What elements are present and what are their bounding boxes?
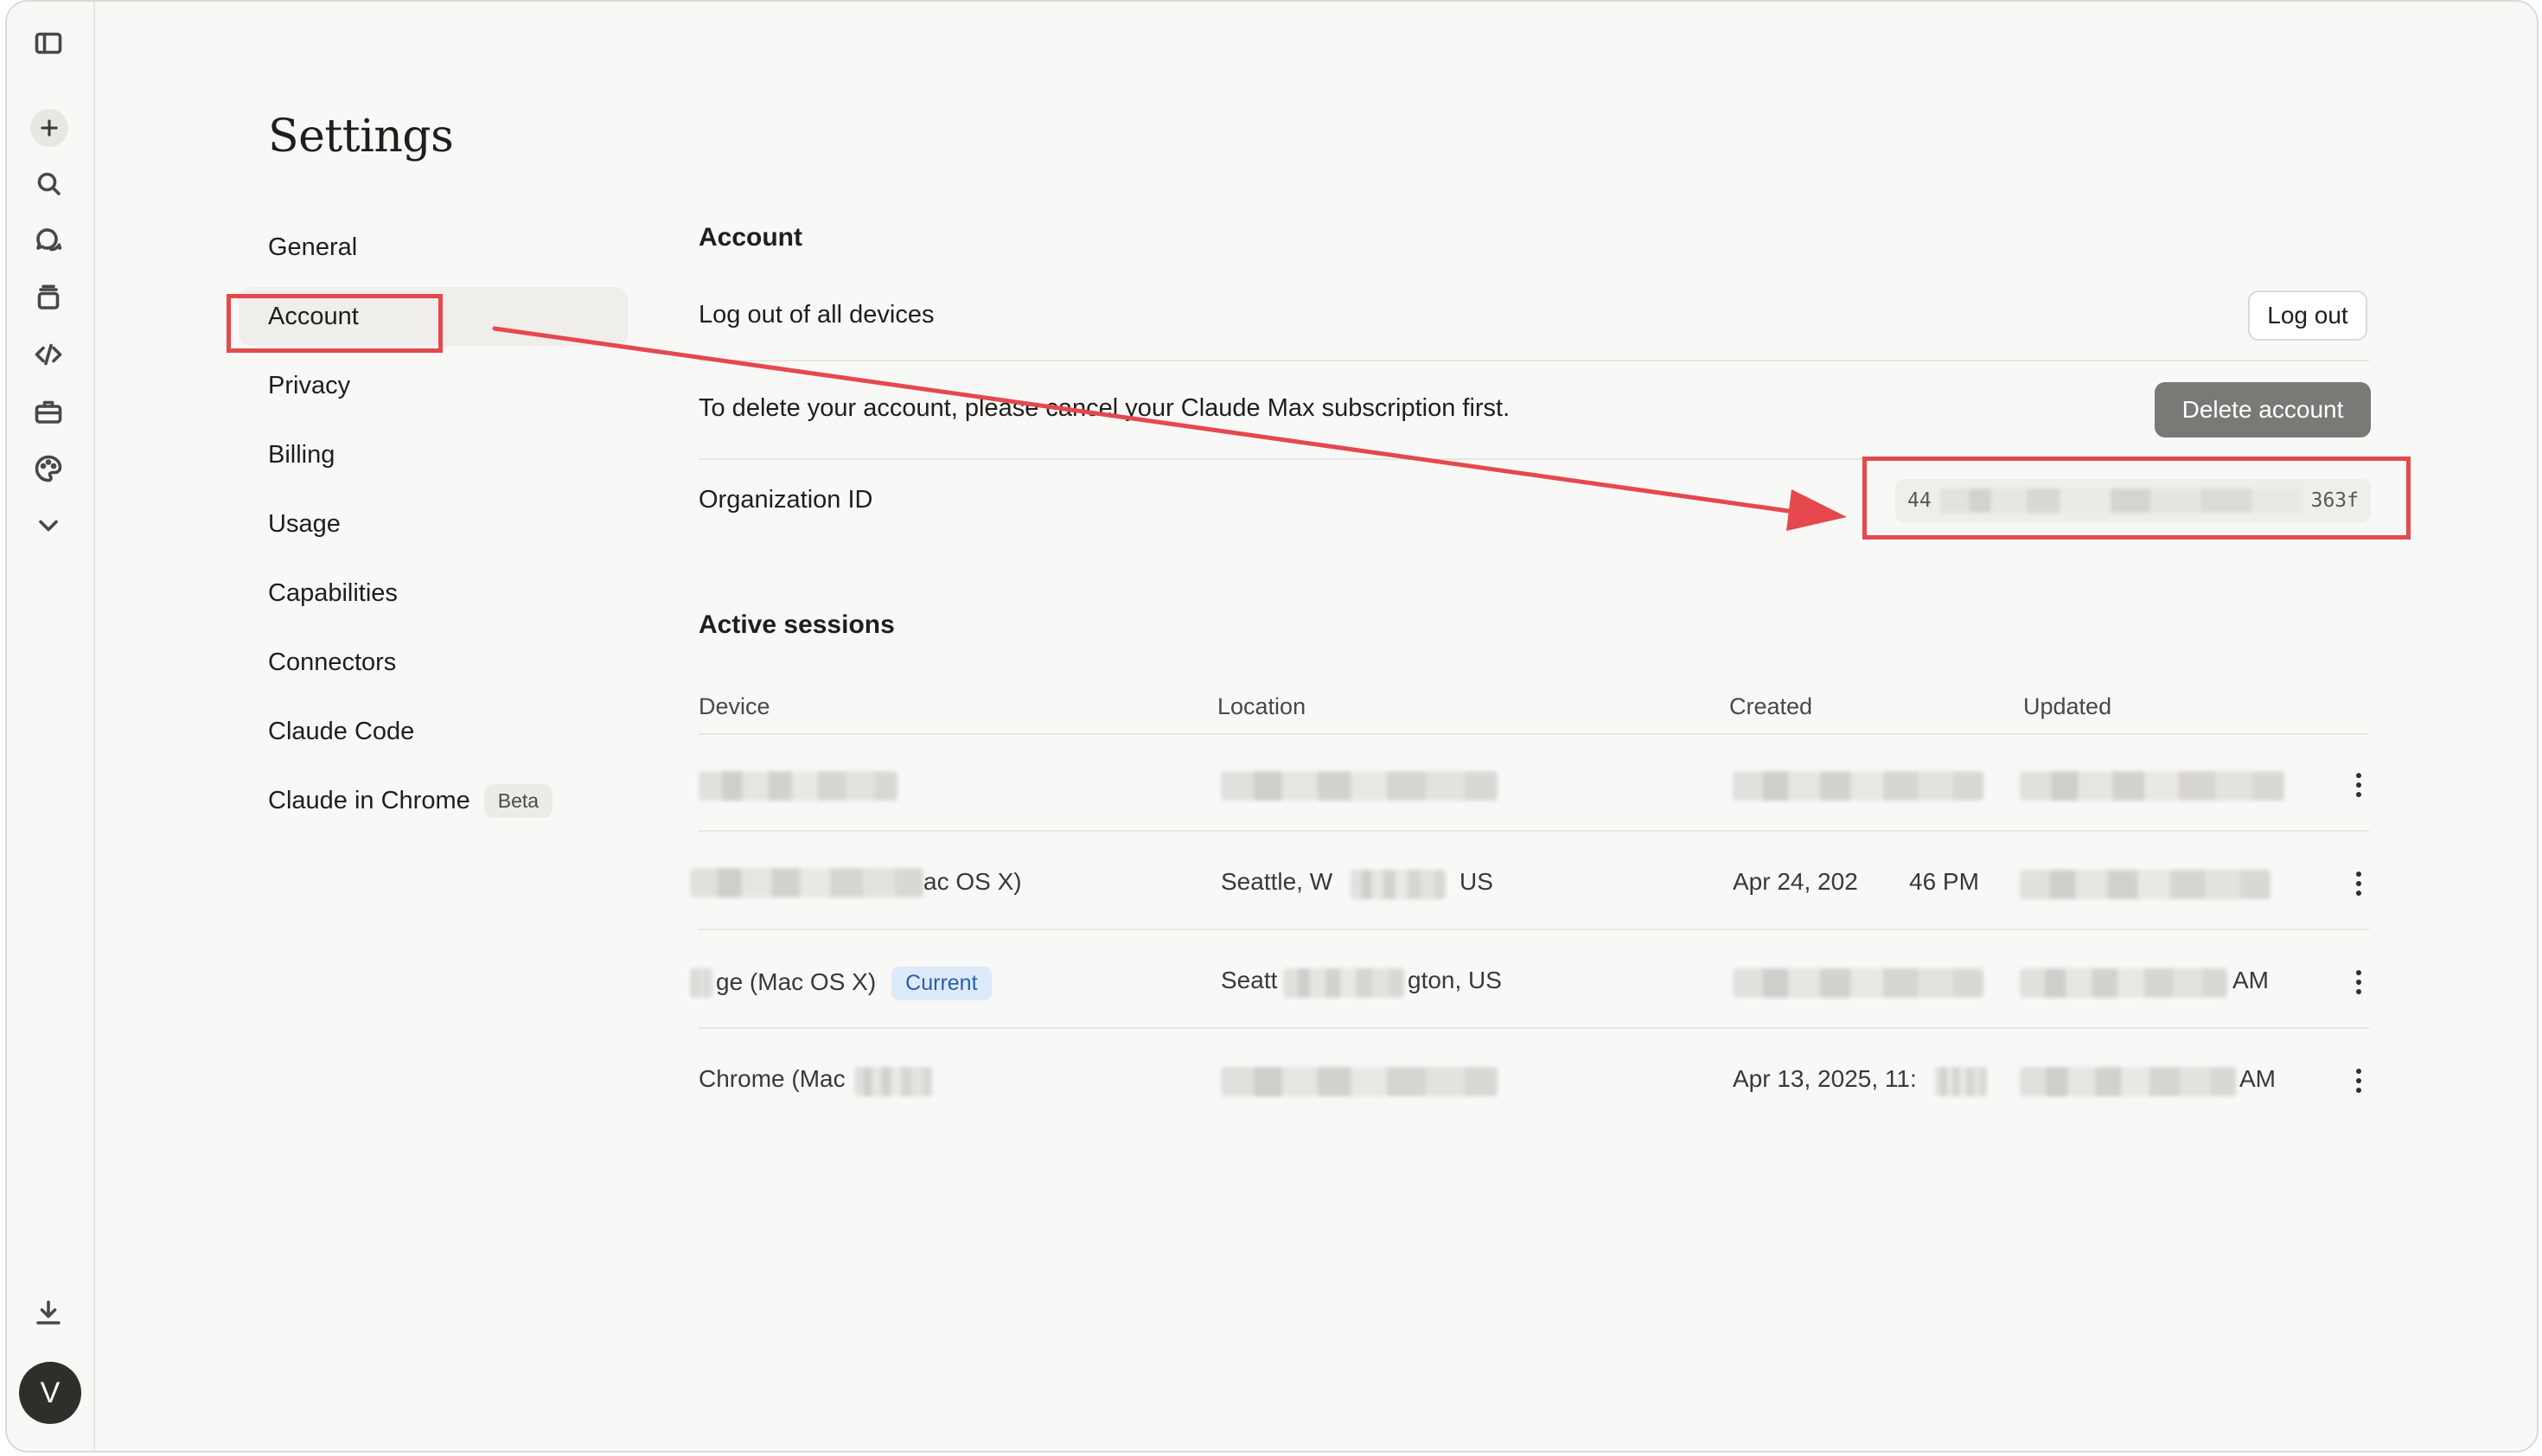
org-id-label: Organization ID	[699, 486, 873, 514]
current-badge: Current	[891, 967, 992, 1000]
redacted-location	[1221, 771, 1498, 801]
nav-label: Claude Code	[268, 717, 415, 745]
logout-all-label: Log out of all devices	[699, 301, 935, 329]
session-menu-button[interactable]	[2341, 1063, 2376, 1098]
divider	[699, 929, 2369, 930]
download-icon[interactable]	[31, 1295, 66, 1330]
redacted-device	[690, 968, 712, 998]
kebab-icon	[2356, 773, 2361, 797]
redacted-location	[1221, 1067, 1498, 1096]
kebab-icon	[2356, 872, 2361, 896]
nav-item-billing[interactable]: Billing	[239, 425, 628, 484]
redacted-updated	[2020, 870, 2271, 899]
avatar[interactable]: V	[19, 1362, 81, 1424]
nav-label: Billing	[268, 440, 335, 469]
chevron-down-icon[interactable]	[31, 508, 66, 543]
page-title: Settings	[268, 111, 454, 163]
nav-label: Connectors	[268, 648, 397, 676]
annotation-box-account	[227, 294, 443, 353]
divider	[699, 360, 2369, 361]
nav-item-general[interactable]: General	[239, 218, 628, 277]
account-heading: Account	[699, 223, 802, 252]
new-chat-button[interactable]	[30, 109, 68, 147]
redacted-updated	[2020, 968, 2227, 998]
redacted-created	[1733, 771, 1983, 801]
logout-button[interactable]: Log out	[2248, 291, 2367, 341]
kebab-icon	[2356, 970, 2361, 994]
column-updated: Updated	[2023, 693, 2112, 719]
session-device: Chrome (Mac	[699, 1065, 846, 1092]
session-menu-button[interactable]	[2341, 965, 2376, 999]
nav-item-usage[interactable]: Usage	[239, 495, 628, 553]
redacted-created	[1733, 968, 1983, 998]
palette-icon[interactable]	[31, 451, 66, 486]
kebab-icon	[2356, 1069, 2361, 1093]
session-created: Apr 24, 202	[1733, 868, 1858, 895]
redacted-device	[699, 771, 897, 801]
session-created-tail: 46 PM	[1909, 868, 1979, 895]
redacted-location	[1351, 870, 1446, 899]
active-sessions-heading: Active sessions	[699, 610, 895, 639]
nav-label: Privacy	[268, 371, 351, 399]
session-location-tail: US	[1459, 868, 1493, 895]
session-device: ge (Mac OS X) Current	[716, 967, 992, 1000]
redacted-created	[1935, 1067, 1987, 1096]
nav-item-claude-in-chrome[interactable]: Claude in Chrome Beta	[239, 771, 628, 830]
session-menu-button[interactable]	[2341, 866, 2376, 901]
artifacts-icon[interactable]	[31, 394, 66, 429]
nav-item-claude-code[interactable]: Claude Code	[239, 702, 628, 761]
annotation-box-org-id	[1862, 457, 2411, 540]
nav-item-privacy[interactable]: Privacy	[239, 356, 628, 415]
session-updated-tail: AM	[2232, 967, 2269, 993]
beta-badge: Beta	[483, 783, 553, 818]
session-device: ac OS X)	[923, 868, 1022, 895]
divider	[699, 1027, 2369, 1029]
nav-label: General	[268, 233, 358, 261]
session-location: Seatt	[1221, 967, 1278, 993]
chats-icon[interactable]	[31, 223, 66, 258]
divider	[699, 830, 2369, 832]
nav-label: Capabilities	[268, 578, 398, 607]
nav-label: Claude in Chrome	[268, 786, 470, 814]
nav-item-connectors[interactable]: Connectors	[239, 633, 628, 692]
search-icon[interactable]	[31, 166, 66, 201]
session-updated-tail: AM	[2239, 1065, 2276, 1092]
divider	[699, 733, 2369, 735]
sidebar-toggle-icon[interactable]	[31, 26, 66, 61]
session-created: Apr 13, 2025, 11:	[1733, 1065, 1917, 1092]
delete-account-button[interactable]: Delete account	[2155, 382, 2371, 437]
delete-account-note: To delete your account, please cancel yo…	[699, 394, 1511, 422]
session-location: Seattle, W	[1221, 868, 1333, 895]
icon-rail: V	[7, 2, 95, 1451]
redacted-device	[854, 1067, 932, 1096]
nav-label: Usage	[268, 509, 341, 538]
plus-icon	[41, 119, 58, 137]
session-device-name: ge (Mac OS X)	[716, 967, 877, 995]
column-created: Created	[1729, 693, 1813, 719]
code-icon[interactable]	[31, 337, 66, 372]
session-location-tail: gton, US	[1408, 967, 1502, 993]
redacted-device	[690, 868, 923, 897]
projects-icon[interactable]	[31, 280, 66, 315]
redacted-updated	[2020, 1067, 2236, 1096]
app-window: V Settings General Account Privacy Billi…	[5, 0, 2539, 1453]
column-location: Location	[1217, 693, 1306, 719]
session-menu-button[interactable]	[2341, 768, 2376, 802]
redacted-location	[1283, 968, 1404, 998]
redacted-updated	[2020, 771, 2284, 801]
nav-item-capabilities[interactable]: Capabilities	[239, 564, 628, 623]
column-device: Device	[699, 693, 770, 719]
